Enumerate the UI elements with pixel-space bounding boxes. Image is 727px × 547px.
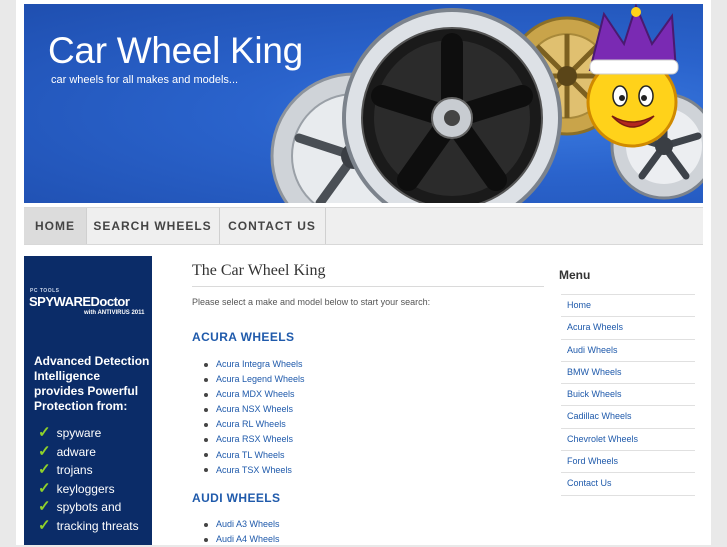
sidebar-menu: Menu Home Acura Wheels Audi Wheels BMW W… <box>559 268 695 496</box>
menu-item-chevrolet[interactable]: Chevrolet Wheels <box>561 429 695 452</box>
menu-item-acura[interactable]: Acura Wheels <box>561 317 695 340</box>
model-link[interactable]: Audi A3 Wheels <box>192 517 280 532</box>
check-icon: ✓ <box>38 516 51 534</box>
check-icon: ✓ <box>38 424 51 441</box>
ad-feature-item: ✓ tracking threats <box>38 516 139 534</box>
model-link[interactable]: Acura RL Wheels <box>192 417 305 432</box>
header-banner: Car Wheel King car wheels for all makes … <box>24 4 703 203</box>
menu-title: Menu <box>559 268 591 282</box>
menu-item-contact[interactable]: Contact Us <box>561 473 695 496</box>
nav-home[interactable]: HOME <box>24 208 87 244</box>
ad-brand: SPYWAREDoctor <box>29 294 130 309</box>
ad-feature-item: ✓ keyloggers <box>38 479 115 497</box>
ad-feature-item: ✓ trojans <box>38 461 93 478</box>
check-icon: ✓ <box>38 498 51 515</box>
spyware-doctor-ad[interactable]: PC TOOLS SPYWAREDoctor with ANTIVIRUS 20… <box>24 256 152 545</box>
nav-search-wheels[interactable]: SEARCH WHEELS <box>86 208 220 244</box>
black-wheel <box>342 8 562 203</box>
nav-contact-us[interactable]: CONTACT US <box>219 208 326 244</box>
ad-feature-item: ✓ adware <box>38 442 96 460</box>
model-link[interactable]: Acura Legend Wheels <box>192 372 305 387</box>
menu-item-audi[interactable]: Audi Wheels <box>561 340 695 362</box>
menu-item-bmw[interactable]: BMW Wheels <box>561 362 695 385</box>
section-title-acura[interactable]: ACURA WHEELS <box>192 330 294 344</box>
menu-item-ford[interactable]: Ford Wheels <box>561 451 695 474</box>
check-icon: ✓ <box>38 442 51 460</box>
model-link[interactable]: Acura RSX Wheels <box>192 432 305 447</box>
menu-item-buick[interactable]: Buick Wheels <box>561 384 695 407</box>
wheels-illustration <box>270 4 703 203</box>
page: Car Wheel King car wheels for all makes … <box>16 0 711 545</box>
intro-text: Please select a make and model below to … <box>192 297 431 307</box>
model-link[interactable]: Acura TSX Wheels <box>192 463 305 478</box>
acura-model-list: Acura Integra Wheels Acura Legend Wheels… <box>192 357 305 478</box>
check-icon: ✓ <box>38 461 51 478</box>
ad-feature-list: ✓ spyware ✓ adware ✓ trojans ✓ keyloggers ✓ s… <box>38 424 139 535</box>
ad-headline: Advanced Detection Intelligence provides… <box>34 354 150 413</box>
menu-list: Home Acura Wheels Audi Wheels BMW Wheels… <box>561 294 695 496</box>
model-link[interactable]: Acura TL Wheels <box>192 448 305 463</box>
model-link[interactable]: Acura MDX Wheels <box>192 387 305 402</box>
menu-item-home[interactable]: Home <box>561 295 695 318</box>
page-title: The Car Wheel King <box>192 262 544 287</box>
smiley-king-mascot <box>586 4 679 148</box>
audi-model-list: Audi A3 Wheels Audi A4 Wheels <box>192 517 280 547</box>
main-navigation: HOME SEARCH WHEELS CONTACT US <box>24 207 703 245</box>
model-link[interactable]: Acura Integra Wheels <box>192 357 305 372</box>
check-icon: ✓ <box>38 479 51 497</box>
ad-feature-item: ✓ spybots and <box>38 498 122 515</box>
main-content: The Car Wheel King Please select a make … <box>192 262 544 544</box>
ad-brand-sub: with ANTIVIRUS 2011 <box>84 310 145 316</box>
model-link[interactable]: Acura NSX Wheels <box>192 402 305 417</box>
section-title-audi[interactable]: AUDI WHEELS <box>192 491 280 505</box>
ad-feature-item: ✓ spyware <box>38 424 102 441</box>
menu-item-cadillac[interactable]: Cadillac Wheels <box>561 406 695 429</box>
